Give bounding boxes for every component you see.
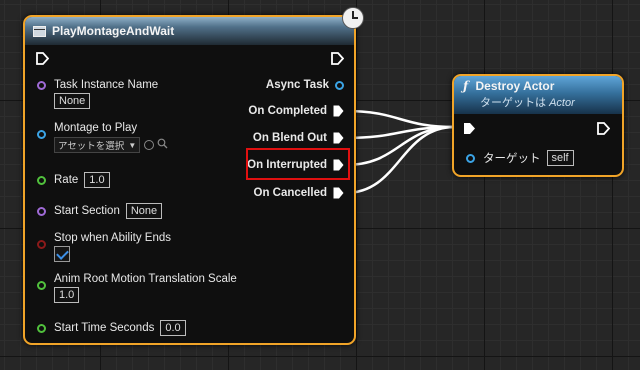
destroy-actor-subtitle: ターゲットは Actor: [480, 94, 622, 110]
node-header[interactable]: ƒ Destroy Actor ターゲットは Actor: [454, 76, 622, 114]
anim-root-motion-field[interactable]: 1.0: [54, 287, 80, 303]
async-task-label: Async Task: [265, 79, 329, 91]
exec-out-icon[interactable]: [333, 105, 344, 117]
stop-when-ability-ends-checkbox[interactable]: [54, 246, 70, 262]
float-pin-icon[interactable]: [37, 323, 46, 333]
rate-pin[interactable]: Rate 1.0: [37, 172, 110, 188]
target-field[interactable]: self: [546, 150, 574, 166]
task-instance-name-label: Task Instance Name: [54, 79, 159, 91]
start-section-label: Start Section: [54, 205, 120, 217]
exec-out-pin[interactable]: [597, 122, 610, 135]
destroy-actor-title: Destroy Actor: [475, 79, 555, 93]
target-pin[interactable]: ターゲット self: [466, 150, 574, 166]
exec-in-pin[interactable]: [463, 122, 476, 135]
exec-in-pin[interactable]: [36, 52, 49, 65]
function-f-icon: ƒ: [463, 79, 469, 93]
async-task-pin[interactable]: Async Task: [266, 79, 344, 91]
node-header[interactable]: PlayMontageAndWait: [25, 17, 354, 45]
asset-select-value: アセットを選択: [58, 141, 125, 152]
wire-on-completed: [344, 109, 456, 129]
on-interrupted-highlight: [246, 148, 350, 180]
asset-select-dropdown[interactable]: アセットを選択 ▼: [54, 137, 141, 153]
name-pin-icon[interactable]: [37, 81, 46, 90]
start-time-seconds-field[interactable]: 0.0: [160, 320, 186, 336]
on-completed-label: On Completed: [248, 105, 327, 117]
rate-label: Rate: [54, 174, 79, 186]
on-cancelled-label: On Cancelled: [253, 187, 328, 199]
task-instance-name-field[interactable]: None: [54, 93, 91, 109]
destroy-actor-node[interactable]: ƒ Destroy Actor ターゲットは Actor ターゲット self: [452, 74, 624, 177]
float-pin-icon[interactable]: [37, 175, 46, 185]
exec-out-pin[interactable]: [331, 52, 344, 65]
play-montage-and-wait-node[interactable]: PlayMontageAndWait Task Instance Name No…: [23, 7, 364, 345]
on-completed-pin[interactable]: On Completed: [248, 105, 344, 117]
node-title: PlayMontageAndWait: [52, 24, 175, 38]
rate-field[interactable]: 1.0: [84, 172, 110, 188]
stop-when-ability-ends-pin[interactable]: Stop when Ability Ends: [37, 232, 171, 262]
search-icon[interactable]: [157, 138, 168, 152]
start-time-seconds-label: Start Time Seconds: [54, 322, 155, 334]
on-blend-out-pin[interactable]: On Blend Out: [253, 132, 344, 144]
stop-when-ability-ends-label: Stop when Ability Ends: [54, 232, 171, 244]
start-section-field[interactable]: None: [125, 203, 163, 219]
object-pin-icon[interactable]: [335, 80, 344, 90]
montage-to-play-pin[interactable]: Montage to Play アセットを選択 ▼: [37, 122, 168, 153]
chevron-down-icon: ▼: [128, 140, 137, 150]
on-cancelled-pin[interactable]: On Cancelled: [254, 187, 345, 199]
subtitle-prefix: ターゲットは: [480, 97, 550, 109]
montage-to-play-label: Montage to Play: [54, 122, 138, 134]
anim-root-motion-label: Anim Root Motion Translation Scale: [54, 273, 237, 285]
latent-clock-icon: [342, 7, 364, 29]
name-pin-icon[interactable]: [37, 206, 46, 216]
start-time-seconds-pin[interactable]: Start Time Seconds 0.0: [37, 320, 186, 336]
object-pin-icon[interactable]: [466, 153, 475, 163]
subtitle-target: Actor: [549, 97, 575, 109]
on-blend-out-label: On Blend Out: [252, 132, 327, 144]
object-pin-icon[interactable]: [37, 130, 46, 139]
anim-root-motion-pin[interactable]: Anim Root Motion Translation Scale 1.0: [37, 273, 237, 303]
start-section-pin[interactable]: Start Section None: [37, 203, 163, 219]
task-instance-name-pin[interactable]: Task Instance Name None: [37, 79, 158, 109]
bool-pin-icon[interactable]: [37, 240, 46, 249]
target-label: ターゲット: [483, 153, 541, 165]
exec-out-icon[interactable]: [333, 132, 344, 144]
function-node-icon: [33, 25, 46, 37]
exec-out-icon[interactable]: [333, 187, 344, 199]
browse-arrow-icon[interactable]: [144, 140, 155, 150]
float-pin-icon[interactable]: [37, 281, 46, 290]
